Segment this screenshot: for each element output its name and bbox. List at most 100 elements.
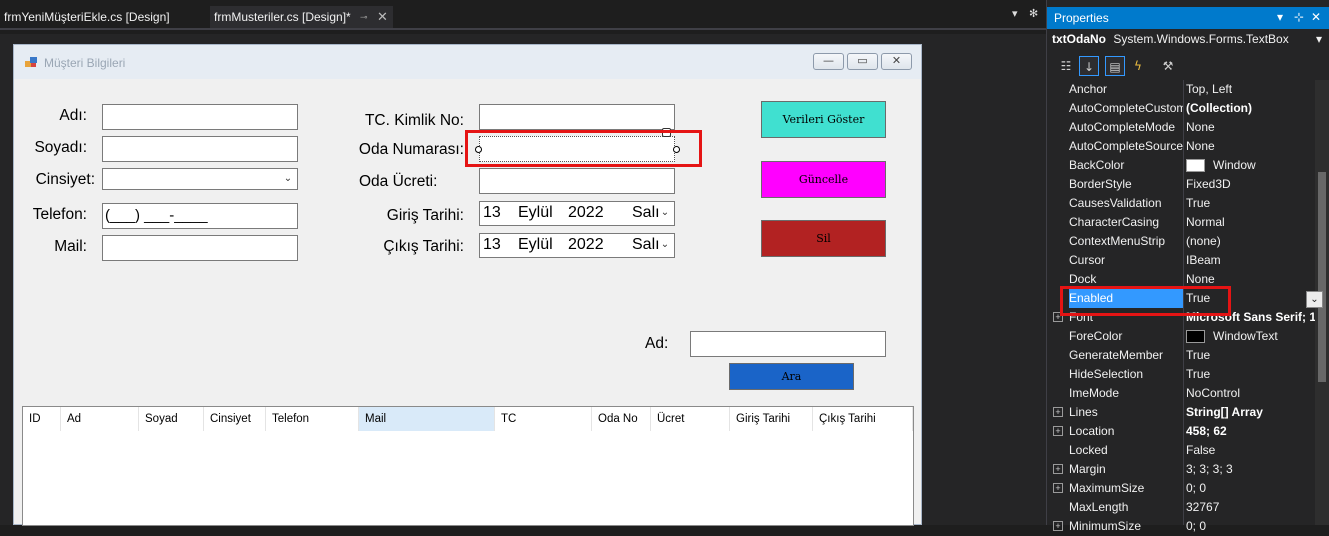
guncelle-button[interactable]: Güncelle	[761, 161, 886, 198]
property-row[interactable]: MaxLength 32767	[1047, 498, 1315, 517]
property-row[interactable]: CharacterCasing Normal	[1047, 213, 1315, 232]
expand-icon[interactable]: +	[1053, 407, 1063, 417]
property-value-text: False	[1186, 443, 1216, 457]
oda-ucreti-input[interactable]	[479, 168, 675, 194]
expand-icon[interactable]: +	[1053, 521, 1063, 531]
property-value[interactable]: 0; 0	[1186, 517, 1315, 536]
property-value[interactable]: Normal	[1186, 213, 1315, 232]
property-value[interactable]: IBeam	[1186, 251, 1315, 270]
mail-input[interactable]	[102, 235, 298, 261]
expand-icon[interactable]: +	[1053, 426, 1063, 436]
property-value[interactable]: (Collection)	[1186, 99, 1315, 118]
cikis-tarihi-datepicker[interactable]: 13 Eylül 2022 Salı ⌄	[479, 233, 675, 258]
property-value[interactable]: False	[1186, 441, 1315, 460]
object-type: System.Windows.Forms.TextBox	[1113, 32, 1289, 46]
pin-icon[interactable]: ⊹	[1294, 10, 1304, 24]
close-button[interactable]: ✕	[881, 53, 912, 70]
property-value[interactable]: None	[1186, 137, 1315, 156]
close-icon[interactable]: ✕	[377, 6, 388, 28]
property-value[interactable]: NoControl	[1186, 384, 1315, 403]
property-name: AutoCompleteSource	[1069, 139, 1183, 153]
scrollbar-thumb[interactable]	[1318, 172, 1326, 382]
soyad-input[interactable]	[102, 136, 298, 162]
property-row[interactable]: Anchor Top, Left	[1047, 80, 1315, 99]
property-pages-icon[interactable]: ⚒	[1158, 56, 1178, 76]
grid-column-header[interactable]: Soyad	[139, 407, 204, 431]
ara-button[interactable]: Ara	[729, 363, 854, 390]
property-value[interactable]: True	[1186, 365, 1315, 384]
categorized-icon[interactable]: ☷	[1056, 56, 1076, 76]
enabled-dropdown-button[interactable]: ⌄	[1306, 291, 1323, 308]
tab-list-dropdown-icon[interactable]: ▾	[1012, 7, 1018, 20]
ara-ad-input[interactable]	[690, 331, 886, 357]
property-row[interactable]: GenerateMember True	[1047, 346, 1315, 365]
grid-column-header[interactable]: Cinsiyet	[204, 407, 266, 431]
tab-frm-yeni-musteri-ekle[interactable]: frmYeniMüşteriEkle.cs [Design]	[0, 6, 174, 28]
settings-icon[interactable]: ✻	[1029, 7, 1038, 20]
grid-column-header[interactable]: Ad	[61, 407, 139, 431]
grid-column-header[interactable]: Giriş Tarihi	[730, 407, 813, 431]
property-value-text: WindowText	[1213, 329, 1278, 343]
verileri-goster-button[interactable]: Verileri Göster	[761, 101, 886, 138]
tc-input[interactable]	[479, 104, 675, 130]
object-selector[interactable]: txtOdaNo System.Windows.Forms.TextBox ▾	[1052, 32, 1328, 52]
property-value[interactable]: 32767	[1186, 498, 1315, 517]
form-window[interactable]: Müşteri Bilgileri — ▭ ✕ Adı: Soyadı: Cin…	[13, 44, 922, 526]
property-row[interactable]: AutoCompleteSource None	[1047, 137, 1315, 156]
property-row[interactable]: + MaximumSize 0; 0	[1047, 479, 1315, 498]
grid-column-header[interactable]: Mail	[359, 407, 495, 431]
property-row[interactable]: ImeMode NoControl	[1047, 384, 1315, 403]
events-icon[interactable]: ϟ	[1128, 56, 1148, 76]
property-row[interactable]: ContextMenuStrip (none)	[1047, 232, 1315, 251]
grid-column-header[interactable]: TC	[495, 407, 592, 431]
property-row[interactable]: Cursor IBeam	[1047, 251, 1315, 270]
properties-icon[interactable]: ▤	[1105, 56, 1125, 76]
tab-frm-musteriler[interactable]: frmMusteriler.cs [Design]* ⊸ ✕	[210, 6, 393, 28]
ad-input[interactable]	[102, 104, 298, 130]
property-row[interactable]: + Lines String[] Array	[1047, 403, 1315, 422]
property-value[interactable]: 458; 62	[1186, 422, 1315, 441]
property-value[interactable]: WindowText	[1186, 327, 1315, 346]
property-row[interactable]: BackColor Window	[1047, 156, 1315, 175]
property-row[interactable]: + Margin 3; 3; 3; 3	[1047, 460, 1315, 479]
property-value[interactable]: (none)	[1186, 232, 1315, 251]
property-value[interactable]: None	[1186, 118, 1315, 137]
close-icon[interactable]: ✕	[1311, 10, 1321, 24]
grid-column-header[interactable]: Oda No	[592, 407, 651, 431]
grid-column-header[interactable]: Çıkış Tarihi	[813, 407, 913, 431]
property-row[interactable]: CausesValidation True	[1047, 194, 1315, 213]
property-row[interactable]: AutoCompleteCustomSource(Collection)	[1047, 99, 1315, 118]
property-value[interactable]: 3; 3; 3; 3	[1186, 460, 1315, 479]
property-value[interactable]: String[] Array	[1186, 403, 1315, 422]
musteri-datagridview[interactable]: ID Ad Soyad Cinsiyet Telefon Mail TC Oda No Ücre…	[22, 406, 914, 526]
form-client-area: Adı: Soyadı: Cinsiyet: Telefon: Mail: ⌄ …	[22, 79, 914, 526]
property-value[interactable]: Window	[1186, 156, 1315, 175]
property-row[interactable]: + MinimumSize 0; 0	[1047, 517, 1315, 536]
property-value[interactable]: 0; 0	[1186, 479, 1315, 498]
maximize-button[interactable]: ▭	[847, 53, 878, 70]
cinsiyet-combobox[interactable]: ⌄	[102, 168, 298, 190]
giris-tarihi-datepicker[interactable]: 13 Eylül 2022 Salı ⌄	[479, 201, 675, 226]
window-position-dropdown-icon[interactable]: ▾	[1277, 10, 1283, 24]
alphabetical-icon[interactable]: ↓	[1079, 56, 1099, 76]
sil-button[interactable]: Sil	[761, 220, 886, 257]
telefon-masked-input[interactable]: (___) ___-____	[102, 203, 298, 229]
property-row[interactable]: + Location 458; 62	[1047, 422, 1315, 441]
grid-column-header[interactable]: ID	[23, 407, 61, 431]
property-value[interactable]: Top, Left	[1186, 80, 1315, 99]
property-row[interactable]: ForeColor WindowText	[1047, 327, 1315, 346]
grid-column-header[interactable]: Telefon	[266, 407, 359, 431]
pin-icon[interactable]: ⊸	[360, 6, 368, 28]
property-value[interactable]: True	[1186, 346, 1315, 365]
minimize-button[interactable]: —	[813, 53, 844, 70]
property-row[interactable]: AutoCompleteMode None	[1047, 118, 1315, 137]
expand-icon[interactable]: +	[1053, 483, 1063, 493]
property-row[interactable]: BorderStyle Fixed3D	[1047, 175, 1315, 194]
property-value[interactable]: True	[1186, 194, 1315, 213]
grid-column-header[interactable]: Ücret	[651, 407, 730, 431]
property-row[interactable]: HideSelection True	[1047, 365, 1315, 384]
property-value-text: String[] Array	[1186, 405, 1263, 419]
property-value[interactable]: Fixed3D	[1186, 175, 1315, 194]
expand-icon[interactable]: +	[1053, 464, 1063, 474]
property-row[interactable]: Locked False	[1047, 441, 1315, 460]
